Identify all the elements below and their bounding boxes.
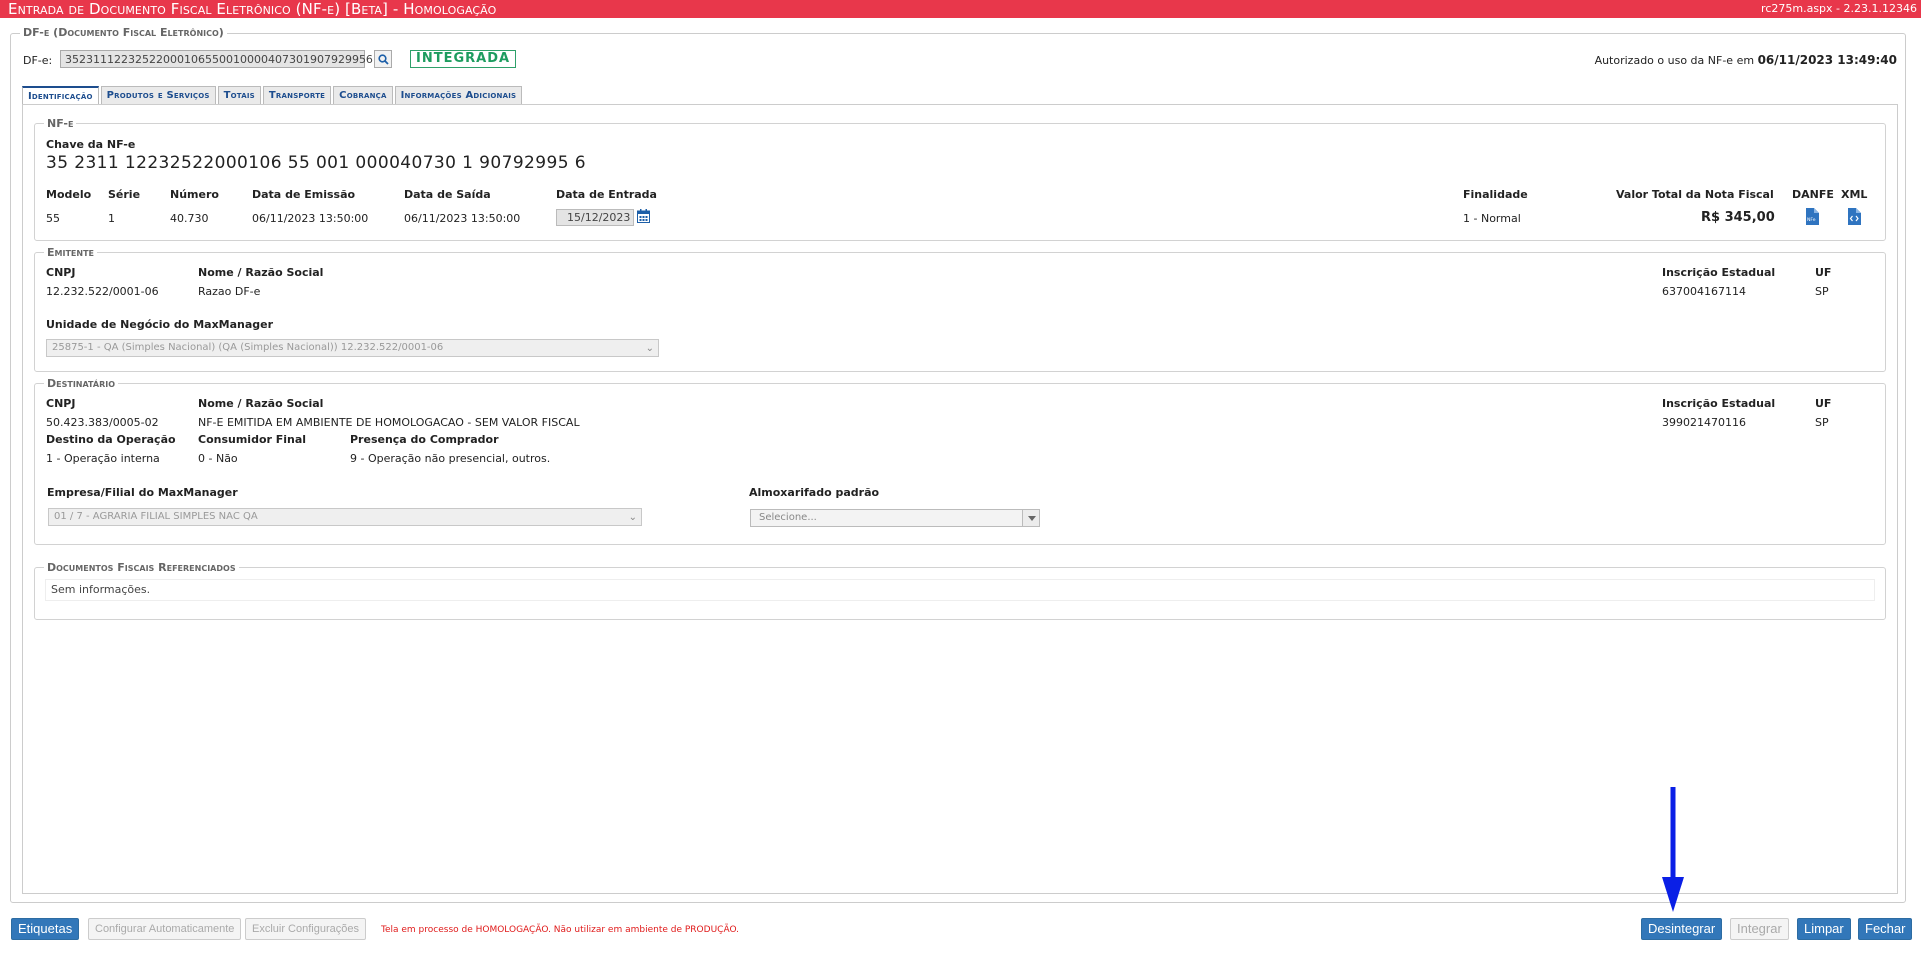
tab-cobranca[interactable]: Cobrança [333, 86, 393, 104]
empresa-filial-selected: 01 / 7 - AGRARIA FILIAL SIMPLES NAC QA [54, 511, 258, 522]
unidade-negocio-label: Unidade de Negócio do MaxManager [46, 318, 274, 331]
emissao-value: 06/11/2023 13:50:00 [252, 212, 369, 225]
emitente-cnpj-value: 12.232.522/0001-06 [46, 285, 159, 298]
presenca-comprador-label: Presença do Comprador [350, 433, 499, 446]
authorization-date: 06/11/2023 13:49:40 [1757, 53, 1897, 67]
desintegrar-button[interactable]: Desintegrar [1641, 918, 1723, 940]
referenciados-empty: Sem informações. [45, 579, 1875, 601]
destinatario-nome-label: Nome / Razão Social [198, 397, 324, 410]
annotation-arrow-icon [1662, 787, 1684, 912]
dfe-label: DF-e: [23, 54, 53, 67]
destinatario-cnpj-value: 50.423.383/0005-02 [46, 416, 159, 429]
destino-operacao-value: 1 - Operação interna [46, 452, 160, 465]
referenciados-legend: Documentos Fiscais Referenciados [44, 562, 239, 574]
authorization-text: Autorizado o uso da NF-e em [1594, 54, 1755, 67]
excluir-configuracoes-button[interactable]: Excluir Configurações [245, 918, 366, 940]
finalidade-value: 1 - Normal [1463, 212, 1521, 225]
title-bar: Entrada de Documento Fiscal Eletrônico (… [0, 0, 1921, 18]
modelo-label: Modelo [46, 188, 92, 201]
dfe-key-input[interactable]: 3523111223252200010655001000040730190792… [60, 50, 373, 68]
chave-value: 35 2311 12232522000106 55 001 000040730 … [46, 153, 586, 173]
chevron-down-icon: ⌄ [645, 343, 654, 354]
svg-text:NFe: NFe [1807, 217, 1816, 223]
destinatario-uf-label: UF [1815, 397, 1832, 410]
entrada-label: Data de Entrada [556, 188, 657, 201]
valor-total-label: Valor Total da Nota Fiscal [1616, 188, 1774, 201]
configurar-automaticamente-button[interactable]: Configurar Automaticamente [88, 918, 242, 940]
almoxarifado-select[interactable]: Selecione... [750, 509, 1040, 527]
emitente-ie-value: 637004167114 [1662, 285, 1746, 298]
emitente-uf-value: SP [1815, 285, 1829, 298]
almoxarifado-label: Almoxarifado padrão [749, 486, 880, 499]
numero-label: Número [170, 188, 219, 201]
xml-file-icon[interactable] [1847, 208, 1861, 225]
emitente-uf-label: UF [1815, 266, 1832, 279]
xml-label: XML [1841, 188, 1868, 201]
emitente-cnpj-label: CNPJ [46, 266, 76, 279]
serie-value: 1 [108, 212, 115, 225]
chave-label: Chave da NF-e [46, 138, 136, 151]
limpar-button[interactable]: Limpar [1797, 918, 1851, 940]
destinatario-ie-value: 399021470116 [1662, 416, 1746, 429]
destinatario-uf-value: SP [1815, 416, 1829, 429]
tab-identificacao[interactable]: Identificação [22, 86, 99, 104]
tab-produtos-servicos[interactable]: Produtos e Serviços [100, 86, 216, 104]
destino-operacao-label: Destino da Operação [46, 433, 176, 446]
search-icon [378, 54, 389, 65]
saida-value: 06/11/2023 13:50:00 [404, 212, 521, 225]
unidade-negocio-select[interactable]: 25875-1 - QA (Simples Nacional) (QA (Sim… [46, 339, 659, 357]
consumidor-final-label: Consumidor Final [198, 433, 307, 446]
status-badge: INTEGRADA [410, 50, 517, 68]
tab-informacoes-adicionais[interactable]: Informações Adicionais [394, 86, 523, 104]
destinatario-nome-value: NF-E EMITIDA EM AMBIENTE DE HOMOLOGACAO … [198, 416, 580, 429]
presenca-comprador-value: 9 - Operação não presencial, outros. [350, 452, 551, 465]
danfe-pdf-icon[interactable]: NFe [1805, 208, 1819, 225]
window-title: Entrada de Documento Fiscal Eletrônico (… [8, 0, 497, 18]
danfe-label: DANFE [1792, 188, 1834, 201]
search-button[interactable] [374, 50, 392, 68]
saida-label: Data de Saída [404, 188, 491, 201]
consumidor-final-value: 0 - Não [198, 452, 238, 465]
emissao-label: Data de Emissão [252, 188, 356, 201]
empresa-filial-label: Empresa/Filial do MaxManager [47, 486, 238, 499]
fechar-button[interactable]: Fechar [1858, 918, 1913, 940]
emitente-nome-value: Razao DF-e [198, 285, 261, 298]
tab-transporte[interactable]: Transporte [262, 86, 332, 104]
emitente-legend: Emitente [44, 247, 97, 259]
dropdown-arrow-icon [1022, 510, 1039, 526]
destinatario-ie-label: Inscrição Estadual [1662, 397, 1776, 410]
serie-label: Série [108, 188, 141, 201]
tab-totais[interactable]: Totais [217, 86, 261, 104]
empresa-filial-select[interactable]: 01 / 7 - AGRARIA FILIAL SIMPLES NAC QA ⌄ [48, 508, 642, 526]
modelo-value: 55 [46, 212, 60, 225]
chevron-down-icon: ⌄ [628, 512, 637, 523]
almoxarifado-placeholder: Selecione... [759, 512, 817, 523]
emitente-ie-label: Inscrição Estadual [1662, 266, 1776, 279]
page-version: rc275m.aspx - 2.23.1.12346 [1761, 2, 1917, 15]
destinatario-legend: Destinatário [44, 378, 119, 390]
finalidade-label: Finalidade [1463, 188, 1528, 201]
integrar-button[interactable]: Integrar [1730, 918, 1789, 940]
dfe-fieldset-legend: DF-e (Documento Fiscal Eletrônico) [20, 27, 227, 39]
emitente-nome-label: Nome / Razão Social [198, 266, 324, 279]
data-entrada-input[interactable]: 15/12/2023 [556, 209, 634, 226]
destinatario-cnpj-label: CNPJ [46, 397, 76, 410]
nfe-legend: NF-e [44, 118, 77, 130]
numero-value: 40.730 [170, 212, 209, 225]
authorization-info: Autorizado o uso da NF-e em 06/11/2023 1… [1595, 53, 1897, 67]
etiquetas-button[interactable]: Etiquetas [11, 918, 80, 940]
unidade-negocio-selected: 25875-1 - QA (Simples Nacional) (QA (Sim… [52, 342, 444, 353]
tab-bar: Identificação Produtos e Serviços Totais… [22, 86, 524, 104]
homologacao-warning: Tela em processo de HOMOLOGAÇÃO. Não uti… [381, 925, 740, 935]
calendar-icon[interactable] [637, 209, 650, 223]
valor-total-value: R$ 345,00 [1701, 210, 1775, 225]
